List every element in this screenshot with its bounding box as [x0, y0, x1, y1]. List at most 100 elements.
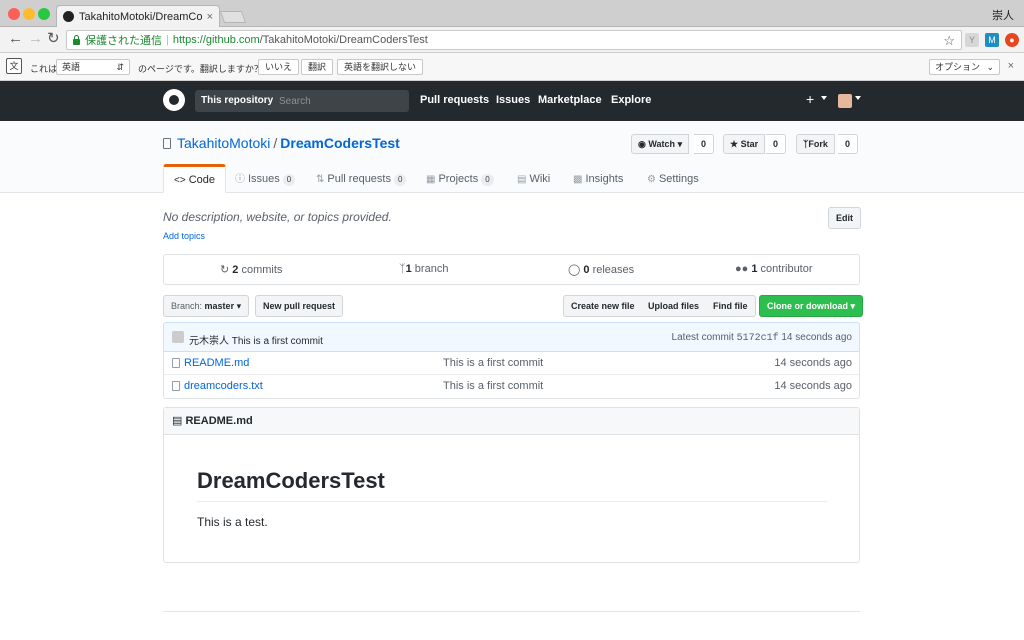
tab-close-icon[interactable]: ×	[207, 11, 213, 23]
tab-settings[interactable]: ⚙ Settings	[637, 164, 709, 193]
watch-label: Watch	[648, 139, 676, 149]
repo-header: TakahitoMotoki / DreamCodersTest ◉ Watch ▾…	[0, 121, 1024, 193]
commit-message[interactable]: This is a first commit	[232, 336, 323, 347]
readme-header: ▤ README.md	[164, 408, 859, 435]
nav-issues[interactable]: Issues	[496, 94, 530, 106]
tab-wiki[interactable]: ▤ Wiki	[507, 164, 560, 193]
new-tab-button[interactable]	[219, 11, 247, 23]
tab-pull-requests[interactable]: ⇅ Pull requests 0	[306, 164, 416, 193]
extension-record-icon[interactable]: ●	[1005, 33, 1019, 47]
wiki-book-icon: ▤	[517, 174, 527, 185]
author-avatar[interactable]	[172, 331, 184, 343]
fork-button[interactable]: ᛉFork	[796, 134, 835, 154]
chevron-down-icon: ▾	[850, 301, 856, 311]
fork-count[interactable]: 0	[838, 134, 859, 154]
file-name-link[interactable]: dreamcoders.txt	[184, 380, 263, 392]
tab-title: TakahitoMotoki/DreamCodersTest	[79, 10, 203, 23]
language-select-value: 英語	[62, 62, 81, 72]
extension-y-icon[interactable]: Y	[965, 33, 979, 47]
github-logo-icon[interactable]	[163, 89, 185, 111]
file-row: README.md This is a first commit 14 seco…	[163, 352, 860, 375]
translate-close-icon[interactable]: ×	[1008, 60, 1014, 72]
branches-count: 1	[405, 263, 412, 275]
branches-link[interactable]: ᛉ1 branch	[399, 263, 448, 275]
translate-question: のページです。翻訳しますか？	[138, 64, 263, 74]
file-commit-message[interactable]: This is a first commit	[443, 380, 543, 392]
upload-files-button[interactable]: Upload files	[641, 295, 708, 317]
chevron-down-icon	[855, 96, 861, 100]
tab-insights-label: Insights	[585, 173, 624, 185]
readme-panel: ▤ README.md DreamCodersTest This is a te…	[163, 407, 860, 563]
create-new-file-button[interactable]: Create new file	[563, 295, 643, 317]
address-bar[interactable]: 保護された通信 | https://github.com/TakahitoMot…	[66, 30, 962, 50]
file-age: 14 seconds ago	[774, 380, 852, 392]
browser-toolbar: ← → ↻ 保護された通信 | https://github.com/Takah…	[0, 27, 1024, 53]
forward-arrow-icon[interactable]: →	[28, 31, 43, 47]
new-pull-request-button[interactable]: New pull request	[255, 295, 344, 317]
file-name-link[interactable]: README.md	[184, 357, 249, 369]
edit-description-button[interactable]: Edit	[828, 207, 861, 229]
releases-link[interactable]: ◯ 0 releases	[568, 263, 634, 276]
project-icon: ▦	[426, 174, 436, 185]
translate-options-label: オプション	[935, 62, 981, 72]
tab-issues-count: 0	[282, 174, 296, 186]
tab-issues[interactable]: ⓘ Issues 0	[225, 164, 305, 193]
create-new-plus-icon[interactable]: +	[806, 91, 814, 107]
add-topics-link[interactable]: Add topics	[163, 231, 205, 241]
watch-count[interactable]: 0	[694, 134, 715, 154]
contributors-link[interactable]: ●● 1 contributor	[735, 263, 813, 275]
nav-explore[interactable]: Explore	[611, 94, 651, 106]
watch-button[interactable]: ◉ Watch ▾	[631, 134, 690, 154]
translate-options-select[interactable]: オプション ⌄	[929, 59, 1000, 75]
language-select[interactable]: 英語 ⇵	[56, 59, 130, 75]
profile-name[interactable]: 崇人	[992, 7, 1014, 23]
eye-icon: ◉	[638, 139, 646, 149]
tab-issues-label: Issues	[248, 173, 280, 185]
extension-m-icon[interactable]: M	[985, 33, 999, 47]
close-window-button[interactable]	[8, 8, 20, 20]
translate-button[interactable]: 翻訳	[301, 59, 334, 75]
releases-label: releases	[592, 264, 635, 276]
commit-icon: ↻	[220, 264, 230, 276]
commits-count: 2	[232, 264, 239, 276]
user-avatar[interactable]	[838, 94, 852, 108]
translate-prefix: これは	[30, 64, 58, 74]
repo-name-link[interactable]: DreamCodersTest	[280, 135, 400, 151]
clone-download-button[interactable]: Clone or download ▾	[759, 295, 864, 317]
repo-description: No description, website, or topics provi…	[163, 210, 392, 224]
readme-title: DreamCodersTest	[197, 468, 385, 493]
commits-link[interactable]: ↻ 2 commits	[220, 263, 282, 276]
minimize-window-button[interactable]	[23, 8, 35, 20]
file-commit-message[interactable]: This is a first commit	[443, 357, 543, 369]
repo-owner-link[interactable]: TakahitoMotoki	[177, 135, 270, 151]
reload-icon[interactable]: ↻	[47, 31, 60, 47]
zoom-window-button[interactable]	[38, 8, 50, 20]
never-translate-button[interactable]: 英語を翻訳しない	[337, 59, 424, 75]
star-count[interactable]: 0	[766, 134, 787, 154]
find-file-button[interactable]: Find file	[706, 295, 756, 317]
latest-commit-prefix: Latest commit	[671, 332, 734, 343]
branch-icon: ᛉ	[399, 263, 406, 275]
tab-projects[interactable]: ▦ Projects 0	[416, 164, 504, 193]
book-icon: ▤	[172, 415, 183, 427]
bookmark-star-icon[interactable]: ☆	[943, 33, 955, 49]
search-input[interactable]	[273, 90, 409, 112]
latest-commit-bar: 元木崇人 This is a first commit Latest commi…	[163, 322, 860, 352]
latest-commit-info: Latest commit 5172c1f 14 seconds ago	[672, 332, 852, 344]
branch-prefix: Branch:	[171, 301, 203, 311]
tab-code[interactable]: <> Code	[163, 164, 226, 193]
nav-marketplace[interactable]: Marketplace	[538, 94, 602, 106]
commit-author[interactable]: 元木崇人	[189, 336, 229, 347]
branch-select-button[interactable]: Branch: master ▾	[163, 295, 250, 317]
back-arrow-icon[interactable]: ←	[8, 31, 23, 47]
nav-pull-requests[interactable]: Pull requests	[420, 94, 489, 106]
commit-sha-link[interactable]: 5172c1f	[737, 333, 779, 344]
browser-tab[interactable]: TakahitoMotoki/DreamCodersTest ×	[56, 5, 220, 27]
tab-insights[interactable]: ▩ Insights	[563, 164, 633, 193]
search-scope-label: This repository	[195, 90, 280, 112]
people-icon: ●●	[735, 263, 749, 275]
pull-request-icon: ⇅	[316, 174, 325, 185]
star-button[interactable]: ★ Star	[723, 134, 766, 154]
tab-wiki-label: Wiki	[529, 173, 551, 185]
no-translate-button[interactable]: いいえ	[258, 59, 300, 75]
